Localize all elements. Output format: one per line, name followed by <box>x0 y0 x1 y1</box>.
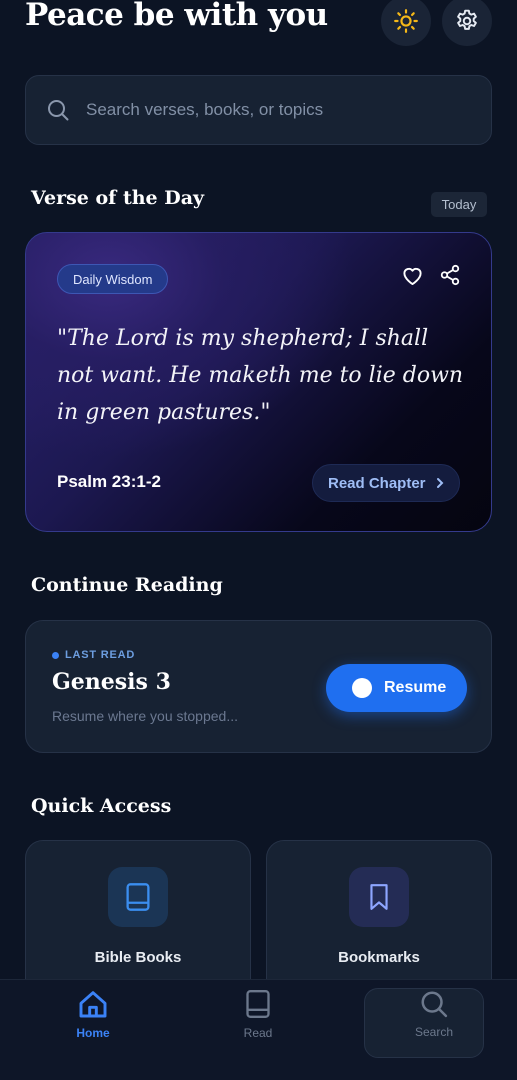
status-dot <box>52 651 59 659</box>
verse-card: Daily Wisdom "The Lord is my shepherd; I… <box>25 232 492 532</box>
read-chapter-label: Read Chapter <box>328 474 426 492</box>
verse-reference: Psalm 23:1-2 <box>57 472 161 491</box>
share-icon[interactable] <box>438 263 462 287</box>
last-read-book: Genesis 3 <box>52 669 171 695</box>
bookmark-icon <box>349 867 409 927</box>
nav-home[interactable]: Home <box>33 988 153 1040</box>
book-icon <box>108 867 168 927</box>
header: Peace be with you <box>0 0 517 50</box>
resume-label: Resume <box>384 679 447 696</box>
bookmarks-label: Bookmarks <box>338 949 420 966</box>
play-circle-icon <box>352 678 372 698</box>
continue-reading-heading: Continue Reading <box>31 574 223 596</box>
nav-read-label: Read <box>243 1026 273 1040</box>
book-icon <box>244 988 272 1020</box>
bottom-navigation: Home Read Search <box>0 979 517 1080</box>
heart-icon[interactable] <box>400 263 424 287</box>
read-chapter-button[interactable]: Read Chapter <box>312 464 460 502</box>
verse-of-day-heading: Verse of the Day <box>31 187 205 209</box>
bookmarks-tile[interactable]: Bookmarks <box>266 840 492 1000</box>
verse-text: "The Lord is my shepherd; I shall not wa… <box>57 326 464 425</box>
search-placeholder: Search verses, books, or topics <box>86 100 324 119</box>
search-bar[interactable]: Search verses, books, or topics <box>25 75 492 145</box>
nav-search-label: Search <box>414 1025 454 1039</box>
daily-wisdom-tag: Daily Wisdom <box>57 264 169 294</box>
quick-access-heading: Quick Access <box>31 795 172 817</box>
sun-icon <box>393 8 419 34</box>
settings-button[interactable] <box>442 0 492 46</box>
search-icon <box>46 98 70 122</box>
gear-icon <box>454 8 480 34</box>
last-read-status: LAST READ <box>52 649 135 661</box>
search-icon <box>419 989 449 1019</box>
greeting-title: Peace be with you <box>25 0 328 33</box>
resume-subtitle: Resume where you stopped... <box>52 708 238 724</box>
nav-home-label: Home <box>76 1026 110 1040</box>
bible-books-tile[interactable]: Bible Books <box>25 840 251 1000</box>
today-badge: Today <box>431 192 487 217</box>
nav-read[interactable]: Read <box>198 988 318 1040</box>
chevron-right-icon <box>434 477 446 489</box>
home-icon <box>77 988 109 1020</box>
bible-books-label: Bible Books <box>94 949 182 966</box>
resume-button[interactable]: Resume <box>326 664 467 712</box>
theme-toggle-button[interactable] <box>381 0 431 46</box>
continue-reading-card[interactable]: LAST READ Genesis 3 Resume where you sto… <box>25 620 492 753</box>
last-read-label: LAST READ <box>65 649 136 661</box>
nav-search[interactable]: Search <box>364 988 484 1058</box>
